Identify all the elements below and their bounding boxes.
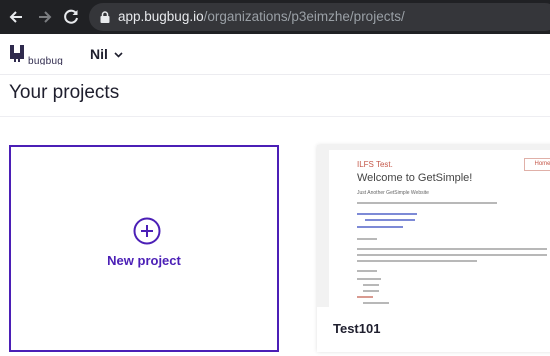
thumbnail-text-line bbox=[357, 260, 477, 262]
thumbnail-home-tab: Home bbox=[524, 158, 550, 171]
thumbnail-site-name: ILFS Test. bbox=[357, 160, 393, 169]
bugbug-logo[interactable]: bugbug bbox=[9, 43, 71, 65]
thumbnail-text-line bbox=[357, 270, 377, 272]
thumbnail-link-line bbox=[357, 213, 417, 215]
workspace-name: Nil bbox=[90, 46, 108, 62]
url-path: /organizations/p3eimzhe/projects/ bbox=[203, 9, 405, 24]
thumbnail-text-line bbox=[363, 302, 389, 304]
divider bbox=[0, 116, 550, 117]
app-header: bugbug Nil bbox=[0, 34, 550, 75]
reload-icon[interactable] bbox=[61, 7, 81, 27]
thumbnail-text-line bbox=[363, 284, 379, 286]
forward-arrow-icon[interactable] bbox=[35, 7, 55, 27]
new-project-label: New project bbox=[107, 253, 181, 268]
project-name: Test101 bbox=[333, 321, 381, 336]
thumbnail-text-line bbox=[357, 238, 377, 240]
lock-icon bbox=[100, 11, 110, 23]
thumbnail-subtitle: Just Another GetSimple Website bbox=[357, 190, 429, 196]
thumbnail-text-line bbox=[357, 202, 497, 204]
thumbnail-heading: Welcome to GetSimple! bbox=[357, 172, 473, 184]
thumbnail-link-line bbox=[357, 226, 403, 228]
url-host: app.bugbug.io bbox=[118, 9, 204, 24]
back-arrow-icon[interactable] bbox=[6, 7, 26, 27]
thumbnail-text-line bbox=[363, 290, 379, 292]
thumbnail-text-line bbox=[357, 254, 547, 256]
thumbnail-text-line bbox=[357, 278, 381, 280]
thumbnail-page: ILFS Test. Home Welcome to GetSimple! Ju… bbox=[329, 150, 550, 307]
url-text: app.bugbug.io/organizations/p3eimzhe/pro… bbox=[118, 9, 405, 24]
plus-circle-icon bbox=[133, 217, 161, 245]
page-title: Your projects bbox=[9, 82, 120, 103]
project-thumbnail: ILFS Test. Home Welcome to GetSimple! Ju… bbox=[317, 145, 550, 307]
thumbnail-link-line bbox=[365, 219, 415, 221]
chevron-down-icon bbox=[114, 52, 123, 58]
address-bar[interactable]: app.bugbug.io/organizations/p3eimzhe/pro… bbox=[89, 3, 550, 31]
thumbnail-text-line bbox=[357, 248, 547, 250]
thumbnail-red-line bbox=[357, 296, 373, 298]
project-card[interactable]: ILFS Test. Home Welcome to GetSimple! Ju… bbox=[317, 145, 550, 352]
workspace-dropdown[interactable]: Nil bbox=[90, 46, 123, 62]
browser-toolbar: app.bugbug.io/organizations/p3eimzhe/pro… bbox=[0, 0, 550, 34]
logo-text: bugbug bbox=[28, 56, 63, 65]
new-project-card[interactable]: New project bbox=[9, 145, 279, 352]
